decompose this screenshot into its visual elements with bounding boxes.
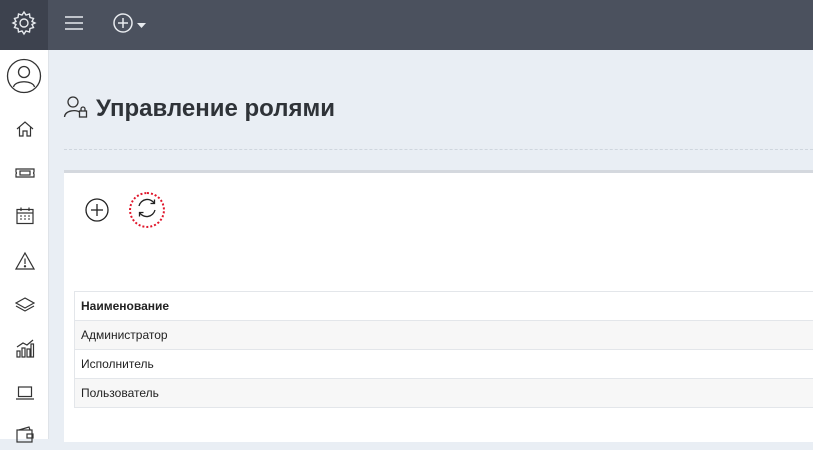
warning-icon bbox=[15, 251, 35, 276]
add-dropdown-button[interactable] bbox=[112, 13, 152, 37]
wallet-icon bbox=[15, 425, 35, 450]
settings-button[interactable] bbox=[0, 0, 48, 50]
top-bar bbox=[0, 0, 813, 50]
page-title: Управление ролями bbox=[96, 95, 335, 123]
table-row[interactable]: Пользователь bbox=[75, 379, 813, 408]
sidebar-item-wallet[interactable] bbox=[14, 426, 36, 448]
add-role-button[interactable] bbox=[84, 197, 112, 225]
chart-icon bbox=[15, 339, 35, 364]
plus-circle-icon bbox=[112, 12, 134, 39]
table-cell-name: Исполнитель bbox=[75, 350, 813, 379]
sidebar-item-calendar[interactable] bbox=[14, 207, 36, 229]
plus-circle-icon bbox=[84, 210, 110, 227]
roles-table: Наименование Администратор Исполнитель П… bbox=[74, 291, 813, 408]
menu-toggle-button[interactable] bbox=[62, 13, 86, 37]
home-icon bbox=[15, 119, 35, 144]
laptop-icon bbox=[15, 383, 35, 408]
ticket-icon bbox=[15, 163, 35, 188]
table-header-row: Наименование bbox=[75, 292, 813, 321]
table-row[interactable]: Администратор bbox=[75, 321, 813, 350]
sidebar-item-warnings[interactable] bbox=[14, 252, 36, 274]
sidebar-item-devices[interactable] bbox=[14, 384, 36, 406]
hamburger-icon bbox=[64, 15, 84, 36]
column-header-name[interactable]: Наименование bbox=[75, 292, 813, 321]
user-lock-icon bbox=[63, 94, 89, 125]
refresh-icon bbox=[135, 196, 159, 225]
refresh-button[interactable] bbox=[129, 192, 165, 228]
content-panel: Наименование Администратор Исполнитель П… bbox=[64, 170, 813, 442]
sidebar bbox=[0, 50, 49, 439]
sidebar-item-layers[interactable] bbox=[14, 296, 36, 318]
page-header: Управление ролями bbox=[48, 50, 813, 150]
table-cell-name: Администратор bbox=[75, 321, 813, 350]
table-cell-name: Пользователь bbox=[75, 379, 813, 408]
sidebar-item-home[interactable] bbox=[14, 120, 36, 142]
table-row[interactable]: Исполнитель bbox=[75, 350, 813, 379]
calendar-icon bbox=[15, 206, 35, 231]
sidebar-item-tickets[interactable] bbox=[14, 164, 36, 186]
header-divider bbox=[64, 149, 813, 150]
user-circle-icon bbox=[6, 81, 42, 98]
sidebar-item-reports[interactable] bbox=[14, 340, 36, 362]
user-avatar[interactable] bbox=[6, 58, 42, 94]
gear-icon bbox=[11, 10, 37, 41]
caret-down-icon bbox=[137, 16, 146, 34]
layers-icon bbox=[15, 295, 35, 320]
